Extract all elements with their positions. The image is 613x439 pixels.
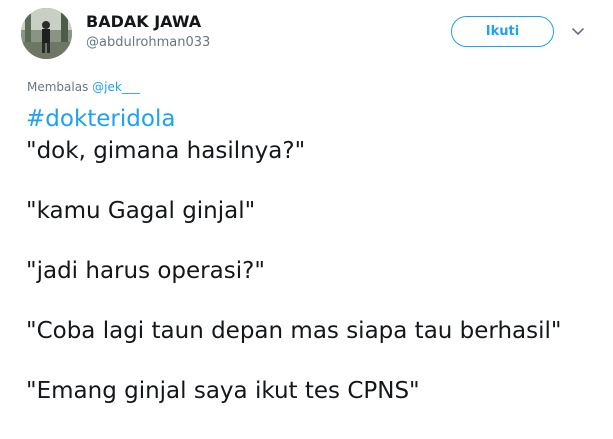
- profile-photo: [21, 8, 72, 59]
- tweet-text: #dokteridola "dok, gimana hasilnya?" "ka…: [26, 104, 606, 407]
- tweet-line: "kamu Gagal ginjal": [26, 197, 256, 224]
- follow-button[interactable]: Ikuti: [451, 16, 554, 47]
- hashtag-link[interactable]: #dokteridola: [26, 106, 175, 132]
- reply-context: Membalas @jek___: [27, 80, 140, 94]
- display-name[interactable]: BADAK JAWA: [86, 12, 201, 31]
- tweet-line: "Coba lagi taun depan mas siapa tau berh…: [26, 317, 562, 344]
- chevron-down-icon[interactable]: [571, 24, 585, 38]
- tweet-line: "Emang ginjal saya ikut tes CPNS": [26, 377, 420, 404]
- username[interactable]: @abdulrohman033: [86, 35, 210, 50]
- reply-mention-link[interactable]: @jek___: [92, 80, 140, 94]
- reply-prefix: Membalas: [27, 80, 89, 94]
- avatar[interactable]: [21, 8, 72, 59]
- tweet-line: "jadi harus operasi?": [26, 257, 265, 284]
- tweet-line: "dok, gimana hasilnya?": [26, 137, 306, 164]
